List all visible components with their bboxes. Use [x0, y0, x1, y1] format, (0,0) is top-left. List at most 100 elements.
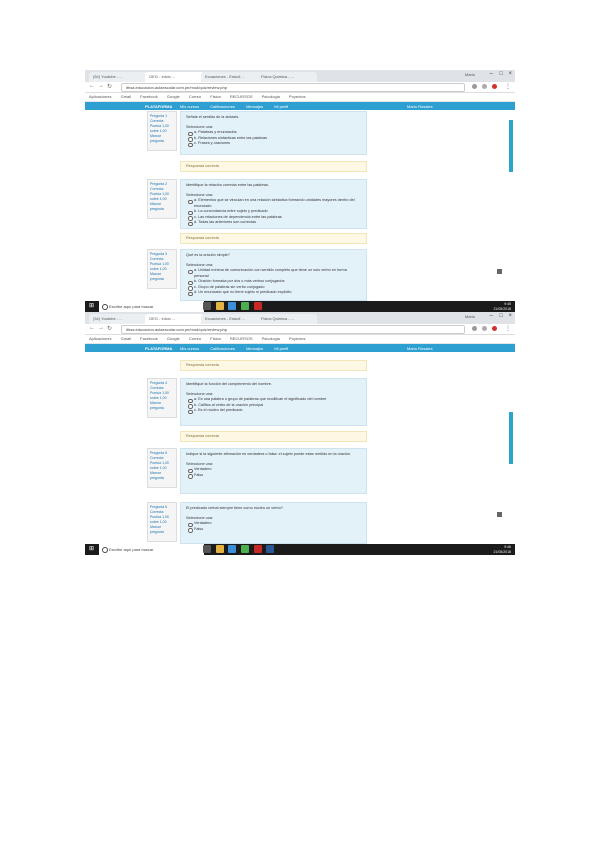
url-field[interactable]: ithsa.educacion.aulaescolar.com.pe/mod/q… — [121, 83, 465, 92]
system-tray[interactable]: 9:46 21/05/2018 — [493, 545, 511, 554]
flag-question-link[interactable]: Marcar pregunta — [150, 401, 174, 411]
browser-tab[interactable]: GEO - Inicio ... — [145, 72, 205, 82]
answer-option[interactable]: a. Elementos que se vinculan en una rela… — [186, 198, 361, 209]
back-icon[interactable]: ← — [89, 325, 95, 331]
answer-option[interactable]: a. Unidad mínima de comunicación con sen… — [186, 268, 361, 279]
browser-tab[interactable]: Fisica Quimica - ... — [257, 314, 317, 324]
bookmark-item[interactable]: Poyectos — [289, 94, 305, 99]
browser-user-name[interactable]: Mario — [465, 314, 475, 319]
taskbar-search-box[interactable]: Escribe aquí para buscar — [99, 301, 204, 312]
answer-option[interactable]: c. Frases y oraciones — [186, 141, 361, 147]
word-icon[interactable] — [266, 545, 275, 553]
file-explorer-icon[interactable] — [215, 302, 224, 310]
bookmarks-bar: Aplicaciones Gmail Facebook Google Corre… — [85, 93, 515, 102]
task-view-icon[interactable] — [203, 545, 211, 553]
close-icon[interactable]: × — [508, 313, 512, 319]
extension-icon[interactable] — [482, 326, 487, 331]
scrollbar-thumb[interactable] — [509, 412, 513, 464]
pdf-reader-icon[interactable] — [253, 302, 262, 310]
bookmark-item[interactable]: Correo — [189, 336, 201, 341]
answer-option[interactable]: d. Todas las anteriores son correctas — [186, 220, 361, 226]
star-icon[interactable] — [472, 326, 477, 331]
clock-date: 21/05/2018 — [493, 549, 511, 554]
bookmark-item[interactable]: Psicologia — [262, 336, 280, 341]
browser-tab[interactable]: Ecuaciones - Estudi ... — [201, 314, 261, 324]
address-bar-row: ← → ↻ ithsa.educacion.aulaescolar.com.pe… — [85, 324, 515, 335]
back-icon[interactable]: ← — [89, 83, 95, 89]
answer-option[interactable]: Falso — [186, 527, 361, 532]
question-info: Pregunta 6 Correcta Puntúa 1,00 sobre 1,… — [147, 502, 177, 542]
opera-icon[interactable] — [492, 326, 497, 331]
nav-link[interactable]: Mensajes — [246, 346, 263, 351]
bookmark-item[interactable]: Aplicaciones — [89, 94, 111, 99]
reload-icon[interactable]: ↻ — [107, 83, 112, 90]
browser-tab[interactable]: Ecuaciones - Estudi ... — [201, 72, 261, 82]
quiz-review-content: Pregunta 1 Correcta Puntúa 1,00 sobre 1,… — [85, 110, 515, 301]
nav-link[interactable]: Mi perfil — [274, 104, 288, 109]
bookmark-item[interactable]: Psicologia — [262, 94, 280, 99]
close-icon[interactable]: × — [508, 71, 512, 77]
nav-link[interactable]: Mis cursos — [180, 346, 199, 351]
bookmark-item[interactable]: Fisica — [210, 94, 220, 99]
browser-tab[interactable]: (54) Youtube - ... — [89, 314, 149, 324]
scrollbar-thumb[interactable] — [509, 120, 513, 172]
bookmark-item[interactable]: RECURSOS — [230, 336, 253, 341]
bookmark-item[interactable]: RECURSOS — [230, 94, 253, 99]
forward-icon[interactable]: → — [98, 325, 104, 331]
bookmark-item[interactable]: Poyectos — [289, 336, 305, 341]
menu-icon[interactable]: ⋮ — [505, 325, 511, 332]
answer-option[interactable]: c. Es el núcleo del predicado — [186, 408, 361, 414]
flag-question-link[interactable]: Marcar pregunta — [150, 202, 174, 212]
bookmark-item[interactable]: Gmail — [121, 336, 131, 341]
answer-option[interactable]: d. Un enunciado que no tiene sujeto ni p… — [186, 290, 361, 296]
bookmark-item[interactable]: Google — [167, 94, 180, 99]
forward-icon[interactable]: → — [98, 83, 104, 89]
bookmark-item[interactable]: Facebook — [140, 336, 158, 341]
flag-question-link[interactable]: Marcar pregunta — [150, 471, 174, 481]
task-view-icon[interactable] — [203, 302, 211, 310]
file-explorer-icon[interactable] — [215, 545, 224, 553]
url-field[interactable]: ithsa.educacion.aulaescolar.com.pe/mod/q… — [121, 325, 465, 334]
bookmark-item[interactable]: Aplicaciones — [89, 336, 111, 341]
menu-icon[interactable]: ⋮ — [505, 83, 511, 90]
system-tray[interactable]: 9:45 21/05/2018 — [493, 302, 511, 311]
browser-tab[interactable]: GEO - Inicio ... — [145, 314, 205, 324]
browser-tab[interactable]: Fisica Quimica - ... — [257, 72, 317, 82]
pdf-reader-icon[interactable] — [253, 545, 262, 553]
windows-start-icon[interactable]: ⊞ — [89, 303, 96, 310]
nav-link[interactable]: Calificaciones — [210, 346, 235, 351]
bookmark-item[interactable]: Correo — [189, 94, 201, 99]
nav-link[interactable]: Mensajes — [246, 104, 263, 109]
nav-link[interactable]: Calificaciones — [210, 104, 235, 109]
star-icon[interactable] — [472, 84, 477, 89]
bookmark-item[interactable]: Gmail — [121, 94, 131, 99]
reload-icon[interactable]: ↻ — [107, 325, 112, 332]
bookmark-item[interactable]: Fisica — [210, 336, 220, 341]
chrome-icon[interactable] — [241, 545, 250, 553]
taskbar-search-box[interactable]: Escribe aquí para buscar — [99, 544, 204, 555]
flag-question-link[interactable]: Marcar pregunta — [150, 525, 174, 535]
answer-option[interactable]: Falso — [186, 473, 361, 478]
store-icon[interactable] — [228, 302, 237, 310]
minimize-icon[interactable]: – — [490, 313, 493, 319]
nav-link[interactable]: Mis cursos — [180, 104, 199, 109]
opera-icon[interactable] — [492, 84, 497, 89]
nav-link[interactable]: Mi perfil — [274, 346, 288, 351]
windows-start-icon[interactable]: ⊞ — [89, 546, 96, 553]
flag-question-link[interactable]: Marcar pregunta — [150, 134, 174, 144]
chrome-icon[interactable] — [241, 302, 250, 310]
maximize-icon[interactable]: □ — [499, 71, 503, 77]
address-bar-row: ← → ↻ ithsa.educacion.aulaescolar.com.pe… — [85, 82, 515, 93]
store-icon[interactable] — [228, 545, 237, 553]
feedback-box: Respuesta correcta — [180, 360, 367, 371]
flag-question-link[interactable]: Marcar pregunta — [150, 272, 174, 282]
maximize-icon[interactable]: □ — [499, 313, 503, 319]
bookmark-item[interactable]: Google — [167, 336, 180, 341]
browser-user-name[interactable]: Mario — [465, 72, 475, 77]
minimize-icon[interactable]: – — [490, 71, 493, 77]
extension-icon[interactable] — [482, 84, 487, 89]
question-text: Señale el sentido de la sintaxis. — [186, 115, 240, 119]
bookmark-item[interactable]: Facebook — [140, 94, 158, 99]
browser-tab[interactable]: (54) Youtube - ... — [89, 72, 149, 82]
question-info: Pregunta 5 Correcta Puntúa 1,00 sobre 1,… — [147, 448, 177, 488]
